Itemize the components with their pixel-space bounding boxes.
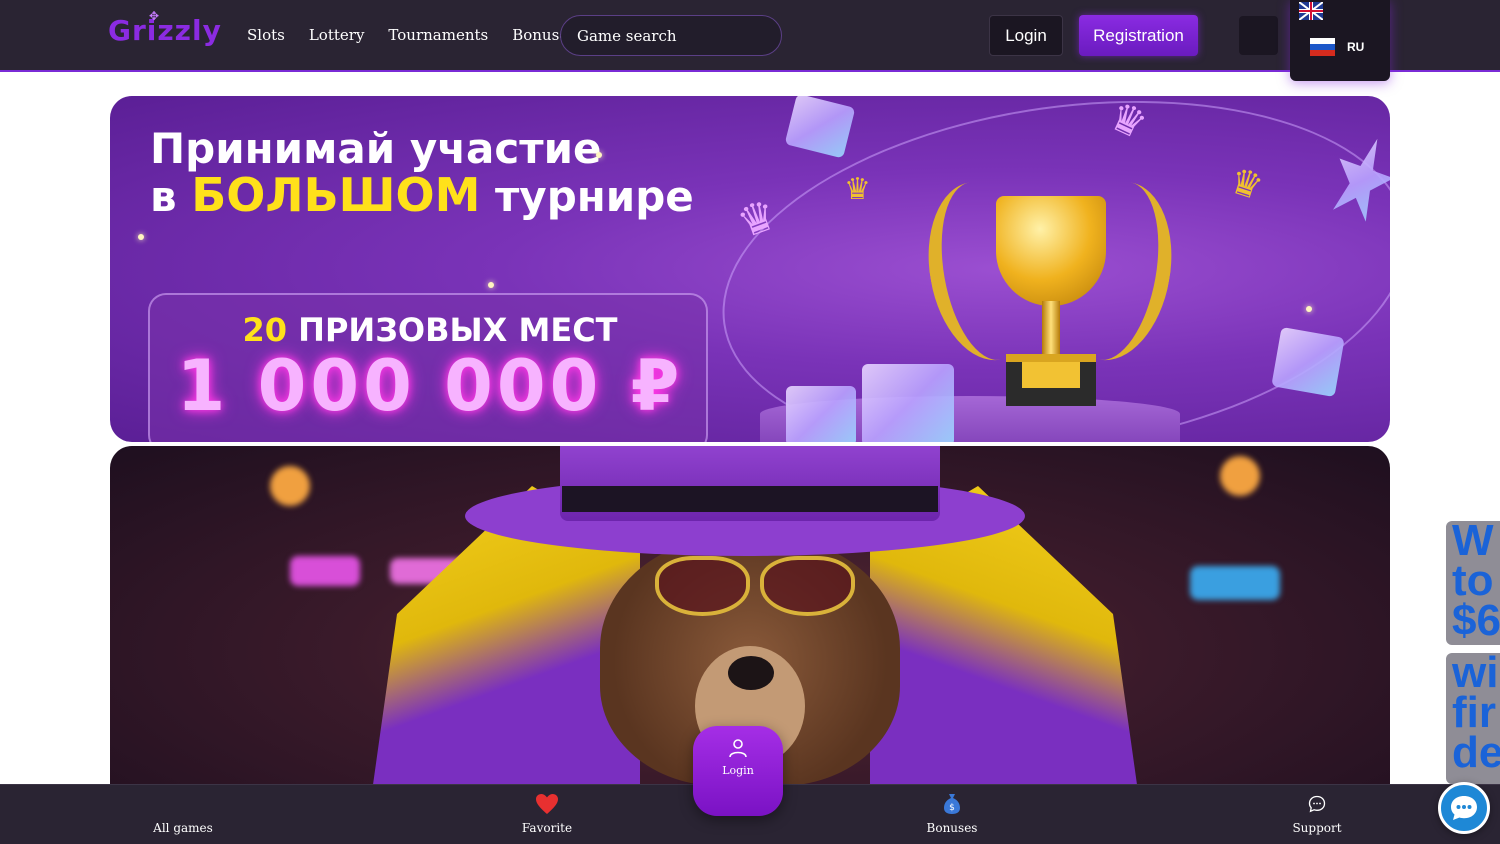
language-toggle-button[interactable] [1239, 16, 1278, 55]
sunglasses-left-lens [655, 556, 750, 616]
language-dropdown: RU [1290, 0, 1390, 81]
live-chat-button[interactable] [1438, 782, 1490, 834]
neon-sign [1190, 566, 1280, 600]
login-button[interactable]: Login [989, 15, 1063, 56]
chat-icon [1451, 796, 1477, 820]
money-bag-icon: $ [912, 793, 992, 815]
logo-text: Grizzly [108, 14, 222, 47]
side-promo-text: wi fir de [1452, 653, 1500, 777]
top-header: Grizzly ✥ Slots Lottery Tournaments Bonu… [0, 0, 1500, 72]
neon-sign [270, 466, 310, 506]
language-label-ru: RU [1347, 40, 1365, 54]
bottom-nav-label: Favorite [521, 821, 573, 835]
neon-sign [1220, 456, 1260, 496]
game-search-input[interactable] [560, 15, 782, 56]
crown-icon: ♛ [844, 172, 871, 207]
bottom-nav-favorite[interactable]: Favorite [507, 793, 587, 835]
bottom-nav-label: Support [1292, 821, 1342, 835]
heart-icon [507, 793, 587, 815]
sunglasses-right-lens [760, 556, 855, 616]
main-nav: Slots Lottery Tournaments Bonuses [247, 26, 600, 44]
bottom-nav-support[interactable]: Support [1277, 793, 1357, 835]
gift-box-icon [1271, 326, 1345, 398]
tournament-banner[interactable]: Принимай участие в БОЛЬШОМ турнире 20 ПР… [110, 96, 1390, 442]
nav-item-lottery[interactable]: Lottery [309, 26, 365, 44]
user-icon [729, 739, 747, 758]
chat-bubble-icon [1277, 793, 1357, 815]
bottom-nav-all-games[interactable]: All games [143, 793, 223, 835]
trophy-stem [1042, 301, 1060, 356]
side-promo-text: W to $6 [1452, 521, 1500, 645]
prize-card: 20 ПРИЗОВЫХ МЕСТ 1 000 000 ₽ [148, 293, 708, 442]
bottom-nav-bonuses[interactable]: $ Bonuses [912, 793, 992, 835]
grizzly-logo[interactable]: Grizzly [108, 14, 222, 47]
gift-box-icon [784, 96, 856, 159]
registration-button[interactable]: Registration [1079, 15, 1198, 56]
sparkle [488, 282, 494, 288]
banner-title-highlight: БОЛЬШОМ [191, 168, 481, 222]
bottom-nav-label: Bonuses [926, 821, 978, 835]
gift-box-icon [862, 364, 954, 442]
uk-flag-icon[interactable] [1299, 2, 1323, 20]
logo-crown-icon: ✥ [149, 9, 160, 23]
nav-item-slots[interactable]: Slots [247, 26, 285, 44]
prize-amount: 1 000 000 ₽ [176, 345, 684, 427]
side-promo-tab-2[interactable]: wi fir de [1446, 653, 1500, 784]
sparkle [596, 152, 602, 158]
banner-title-line2: в БОЛЬШОМ турнире [150, 168, 694, 222]
prize-places-number: 20 [242, 311, 288, 349]
hat-band [562, 486, 938, 512]
banner-title-line1: Принимай участие [150, 124, 602, 173]
floating-login-label: Login [722, 764, 754, 777]
language-option-ru[interactable]: RU [1310, 38, 1364, 56]
bear-nose [728, 656, 774, 690]
trophy-icon [996, 196, 1106, 306]
sparkle [138, 234, 144, 240]
sparkle [1306, 306, 1312, 312]
trophy-plate [1022, 362, 1080, 388]
svg-text:$: $ [949, 803, 955, 813]
floating-login-button[interactable]: Login [693, 726, 783, 816]
nav-item-tournaments[interactable]: Tournaments [388, 26, 488, 44]
banner-title-suffix: турнире [494, 172, 694, 221]
grid-icon [143, 793, 223, 815]
prize-places: 20 ПРИЗОВЫХ МЕСТ [150, 311, 710, 349]
bottom-nav-label: All games [153, 821, 213, 835]
side-promo-tab-1[interactable]: W to $6 [1446, 521, 1500, 645]
ru-flag-icon [1310, 38, 1335, 56]
banner-title-prefix: в [150, 172, 177, 221]
neon-sign [290, 556, 360, 586]
prize-places-text: ПРИЗОВЫХ МЕСТ [298, 311, 618, 349]
gift-box-icon [786, 386, 856, 442]
